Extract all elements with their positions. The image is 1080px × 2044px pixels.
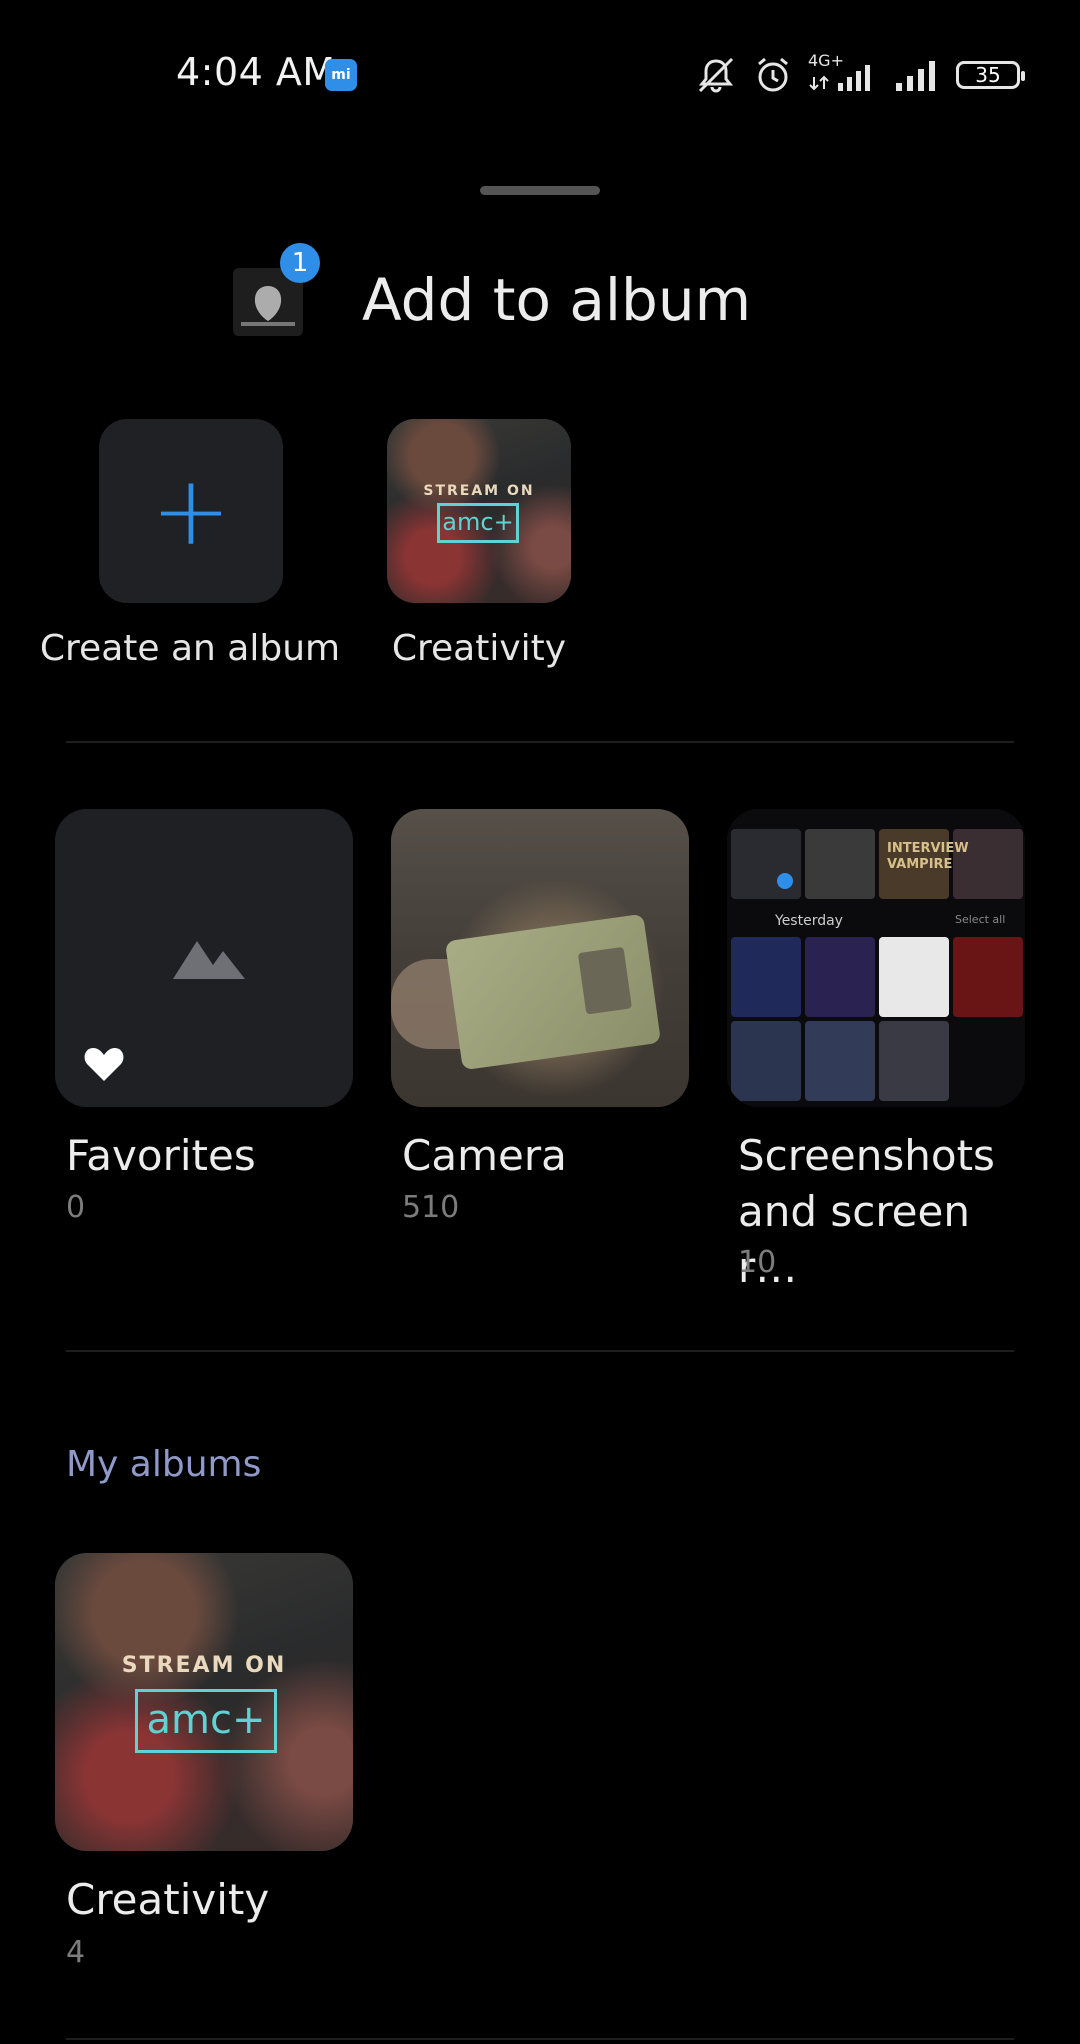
- favorites-count: 0: [66, 1190, 86, 1225]
- creativity-album-count: 4: [66, 1935, 86, 1970]
- screenshots-name: Screenshots and screen r…: [738, 1131, 995, 1292]
- create-album-label: Create an album: [39, 628, 341, 669]
- screenshots-count: 10: [738, 1245, 777, 1280]
- camera-count: 510: [402, 1190, 460, 1225]
- status-time: 4:04 AM: [176, 50, 336, 94]
- camera-album[interactable]: [391, 809, 689, 1107]
- creativity-thumbnail: STREAM ON amc+: [387, 419, 571, 603]
- camera-name: Camera: [402, 1131, 567, 1180]
- creativity-album-thumbnail: STREAM ON amc+: [55, 1553, 353, 1851]
- create-album-button[interactable]: +: [99, 419, 283, 603]
- favorites-name: Favorites: [66, 1131, 256, 1180]
- network-4g-icon: 4G+: [808, 51, 878, 95]
- divider: [66, 1350, 1014, 1352]
- mute-icon: [694, 55, 738, 95]
- creativity-quick-label: Creativity: [391, 628, 567, 669]
- amc-logo: amc+: [437, 503, 519, 543]
- select-all-label: Select all: [955, 913, 1006, 926]
- favorites-album[interactable]: [55, 809, 353, 1107]
- screenshots-thumbnail: INTERVIEW VAMPIRE Yesterday Select all: [727, 809, 1025, 1107]
- creativity-album-name: Creativity: [66, 1875, 270, 1924]
- battery-level: 35: [975, 63, 1001, 87]
- plus-icon: +: [150, 455, 232, 567]
- stream-on-text: STREAM ON: [423, 483, 535, 499]
- sheet-drag-handle[interactable]: [480, 186, 600, 195]
- sheet-title: Add to album: [362, 266, 752, 334]
- signal-icon: [894, 57, 940, 93]
- interview-text: INTERVIEW VAMPIRE: [887, 841, 969, 872]
- selected-count-badge: 1: [280, 243, 320, 283]
- divider: [66, 2038, 1014, 2040]
- divider: [66, 741, 1014, 743]
- heart-icon: [83, 1045, 125, 1087]
- screenshots-album[interactable]: INTERVIEW VAMPIRE Yesterday Select all: [727, 809, 1025, 1107]
- creativity-quick-album[interactable]: STREAM ON amc+: [387, 419, 571, 603]
- stream-on-text: STREAM ON: [121, 1653, 287, 1678]
- battery-icon: 35: [956, 61, 1025, 89]
- section-title-my-albums: My albums: [66, 1444, 262, 1485]
- camera-thumbnail: [391, 809, 689, 1107]
- mi-notification-icon: mi: [325, 59, 357, 91]
- amc-logo: amc+: [135, 1689, 277, 1753]
- yesterday-label: Yesterday: [775, 913, 843, 929]
- creativity-album[interactable]: STREAM ON amc+: [55, 1553, 353, 1851]
- check-icon: [777, 873, 793, 889]
- alarm-icon: [754, 56, 792, 94]
- status-icons: 4G+ 35: [694, 50, 1025, 100]
